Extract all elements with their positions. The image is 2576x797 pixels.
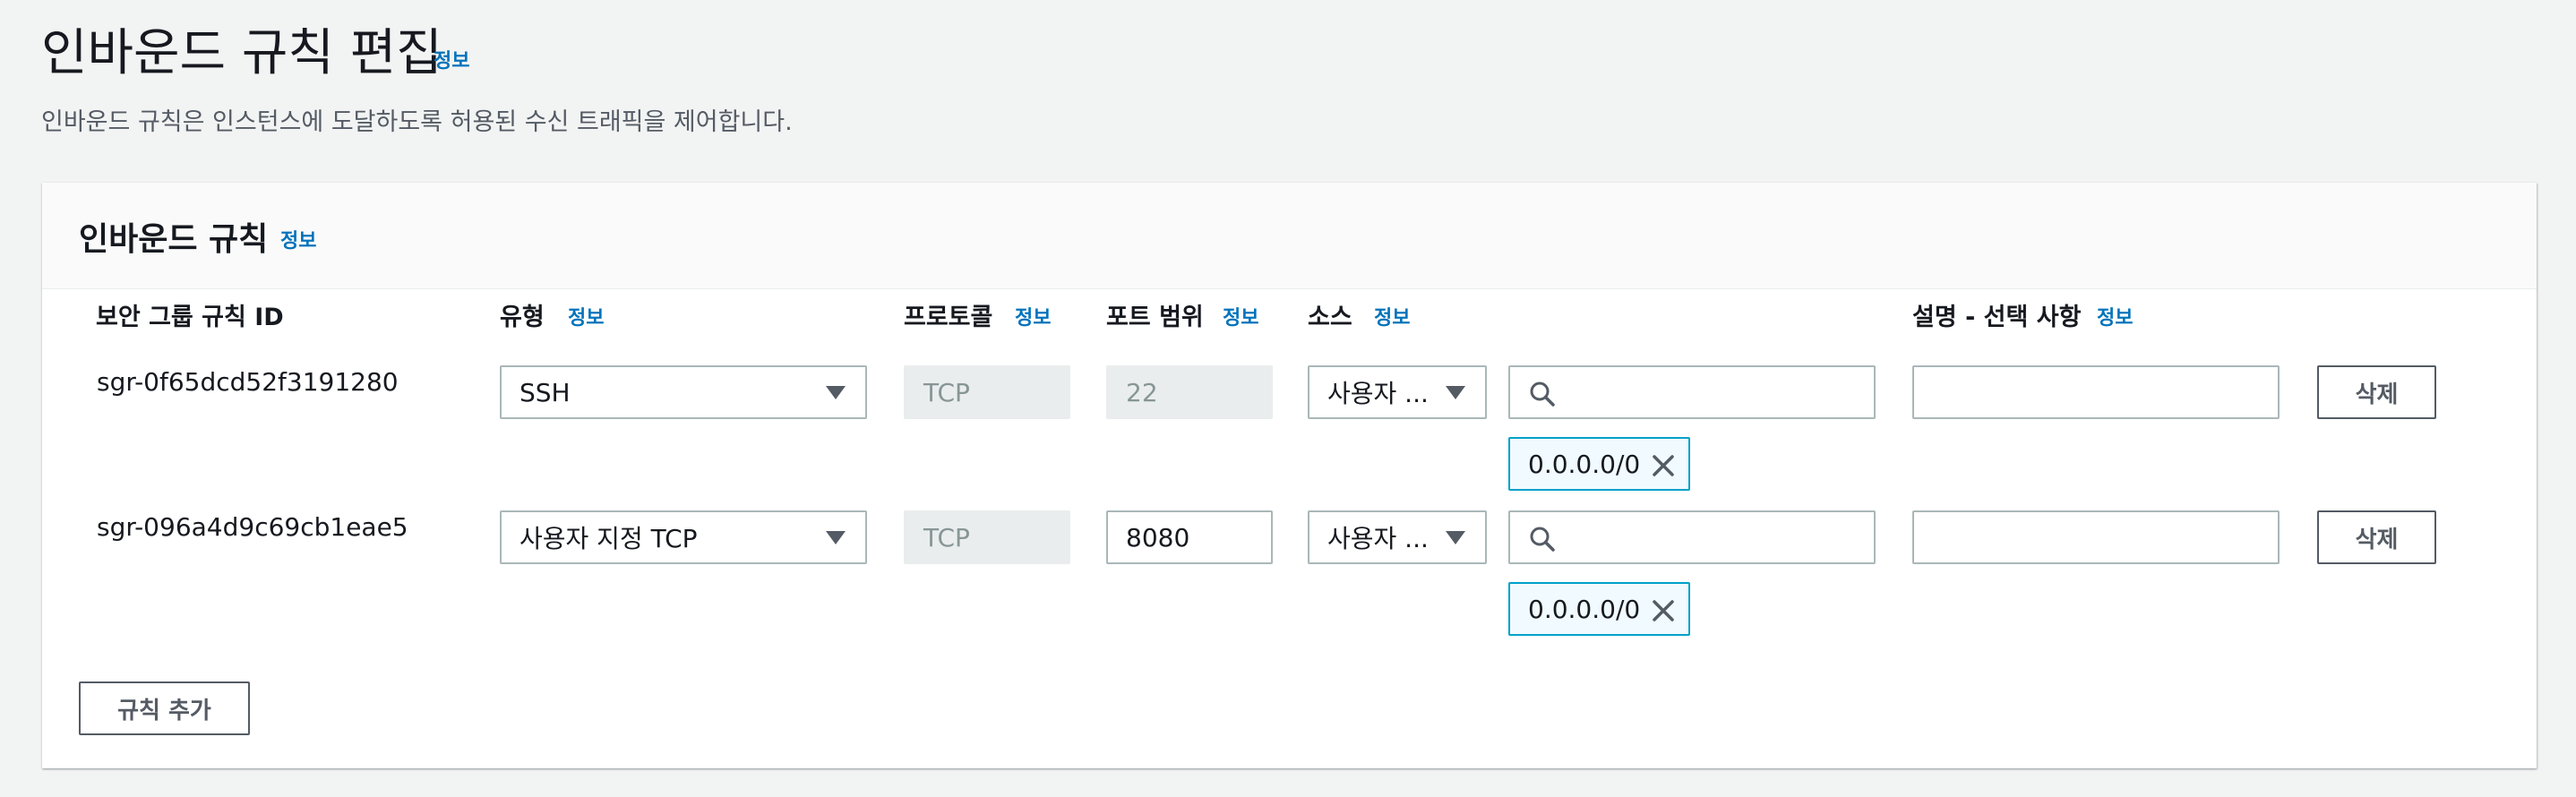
search-icon (1530, 381, 1555, 407)
source-search-input[interactable] (1508, 365, 1876, 419)
close-icon[interactable] (1649, 596, 1678, 625)
panel-title-info-link[interactable]: 정보 (280, 225, 316, 253)
panel-title: 인바운드 규칙 (79, 221, 269, 258)
source-type-value: 사용자 ... (1327, 379, 1429, 408)
protocol-field: TCP (904, 510, 1070, 564)
description-input[interactable] (1912, 365, 2280, 419)
rule-id: sgr-0f65dcd52f3191280 (97, 367, 399, 397)
column-header-protocol: 프로토콜 (904, 304, 993, 331)
port-range-value: 8080 (1126, 522, 1190, 553)
page-title-info-link[interactable]: 정보 (434, 45, 469, 73)
page-title: 인바운드 규칙 편집 (41, 24, 442, 82)
column-header-type: 유형 (500, 304, 545, 331)
column-header-source: 소스 (1308, 304, 1352, 331)
port-range-info-link[interactable]: 정보 (1223, 302, 1258, 330)
source-search-input[interactable] (1508, 510, 1876, 564)
source-token-label: 0.0.0.0/0 (1528, 594, 1641, 624)
type-info-link[interactable]: 정보 (568, 302, 604, 330)
port-range-input[interactable]: 8080 (1106, 510, 1273, 564)
inbound-rules-panel: 인바운드 규칙 정보 보안 그룹 규칙 ID 유형 정보 프로토콜 정보 포트 … (42, 183, 2537, 768)
panel-header: 인바운드 규칙 정보 (42, 183, 2537, 289)
protocol-value: TCP (923, 522, 970, 553)
caret-down-icon (826, 531, 846, 544)
port-range-value: 22 (1126, 377, 1158, 407)
column-header-rule-id: 보안 그룹 규칙 ID (96, 304, 284, 331)
source-token: 0.0.0.0/0 (1508, 437, 1690, 491)
description-info-link[interactable]: 정보 (2097, 302, 2133, 330)
source-info-link[interactable]: 정보 (1374, 302, 1410, 330)
column-header-port-range: 포트 범위 (1106, 304, 1204, 331)
source-token: 0.0.0.0/0 (1508, 582, 1690, 636)
delete-rule-button[interactable]: 삭제 (2317, 365, 2436, 419)
page-description: 인바운드 규칙은 인스턴스에 도달하도록 허용된 수신 트래픽을 제어합니다. (41, 108, 793, 136)
type-select[interactable]: 사용자 지정 TCP (500, 510, 867, 564)
description-input[interactable] (1912, 510, 2280, 564)
port-range-field: 22 (1106, 365, 1273, 419)
rule-row: sgr-0f65dcd52f3191280 SSH TCP 22 사용자 ...… (42, 362, 2537, 523)
source-type-select[interactable]: 사용자 ... (1308, 510, 1487, 564)
protocol-info-link[interactable]: 정보 (1015, 302, 1051, 330)
search-icon (1530, 527, 1555, 552)
rule-row: sgr-096a4d9c69cb1eae5 사용자 지정 TCP TCP 808… (42, 507, 2537, 668)
rule-id: sgr-096a4d9c69cb1eae5 (97, 512, 408, 542)
source-type-value: 사용자 ... (1327, 524, 1429, 553)
type-select[interactable]: SSH (500, 365, 867, 419)
source-token-label: 0.0.0.0/0 (1528, 449, 1641, 479)
type-select-value: 사용자 지정 TCP (519, 524, 698, 553)
protocol-field: TCP (904, 365, 1070, 419)
add-rule-button[interactable]: 규칙 추가 (79, 681, 250, 735)
type-select-value: SSH (519, 377, 571, 407)
column-header-description: 설명 - 선택 사항 (1912, 304, 2082, 331)
caret-down-icon (826, 386, 846, 399)
delete-rule-button[interactable]: 삭제 (2317, 510, 2436, 564)
protocol-value: TCP (923, 377, 970, 407)
caret-down-icon (1446, 386, 1465, 399)
close-icon[interactable] (1649, 451, 1678, 480)
source-type-select[interactable]: 사용자 ... (1308, 365, 1487, 419)
caret-down-icon (1446, 531, 1465, 544)
